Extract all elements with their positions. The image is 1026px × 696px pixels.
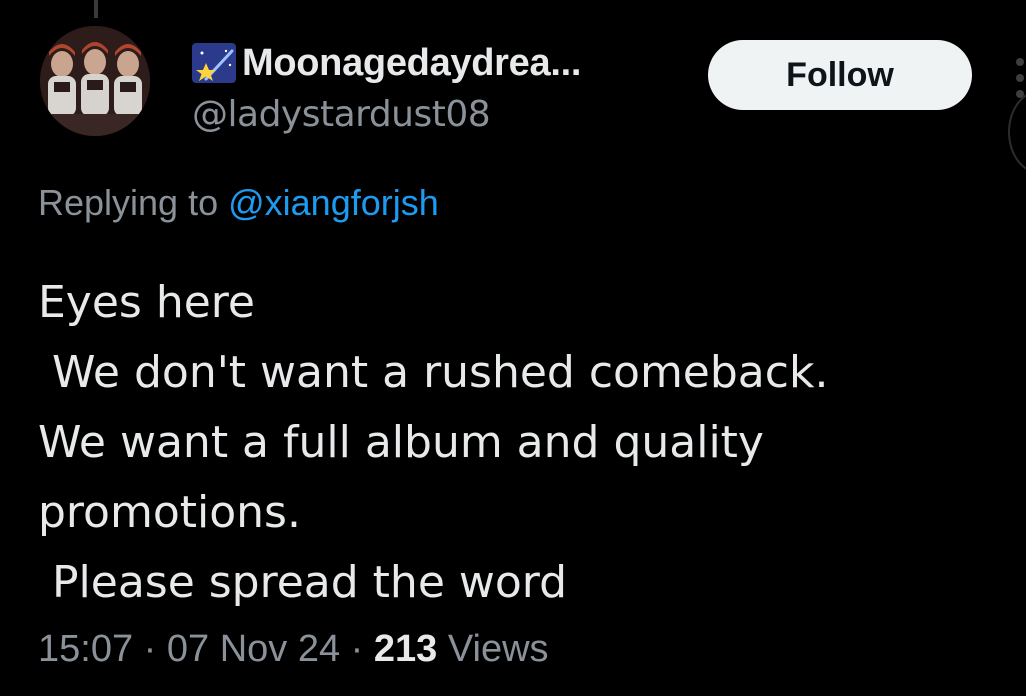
meta-separator: · (133, 628, 167, 670)
tweet-line: promotions. (38, 487, 301, 538)
tweet-line: Eyes here (38, 277, 255, 328)
views-label: Views (437, 628, 549, 670)
scroll-edge-decoration (1008, 90, 1026, 174)
meta-separator: · (340, 628, 374, 670)
author-name-row[interactable]: Moonagedaydrea... (192, 40, 581, 86)
follow-button[interactable]: Follow (708, 40, 972, 110)
tweet-time[interactable]: 15:07 (38, 628, 133, 670)
reply-target-link[interactable]: @xiangforjsh (228, 182, 439, 223)
dot (1016, 74, 1024, 82)
tweet-text: Eyes here We don't want a rushed comebac… (38, 268, 998, 618)
tweet-date[interactable]: 07 Nov 24 (167, 628, 340, 670)
more-options-icon[interactable] (1014, 58, 1026, 98)
author-display-name[interactable]: Moonagedaydrea... (242, 42, 581, 85)
shooting-star-icon (192, 43, 236, 83)
replying-to-prefix: Replying to (38, 182, 229, 223)
tweet-line: We don't want a rushed comeback. (38, 347, 829, 398)
views-count: 213 (373, 628, 438, 670)
tweet-line: Please spread the word (38, 557, 568, 608)
dot (1016, 58, 1024, 66)
author-handle[interactable]: @ladystardust08 (192, 94, 491, 135)
tweet-line: We want a full album and quality (38, 417, 764, 468)
replying-to-line: Replying to @xiangforjsh (38, 182, 439, 224)
tweet-metadata: 15:07 · 07 Nov 24 · 213 Views (38, 628, 549, 671)
thread-connector-line (94, 0, 98, 18)
avatar-image (40, 26, 150, 136)
avatar[interactable] (40, 26, 150, 136)
